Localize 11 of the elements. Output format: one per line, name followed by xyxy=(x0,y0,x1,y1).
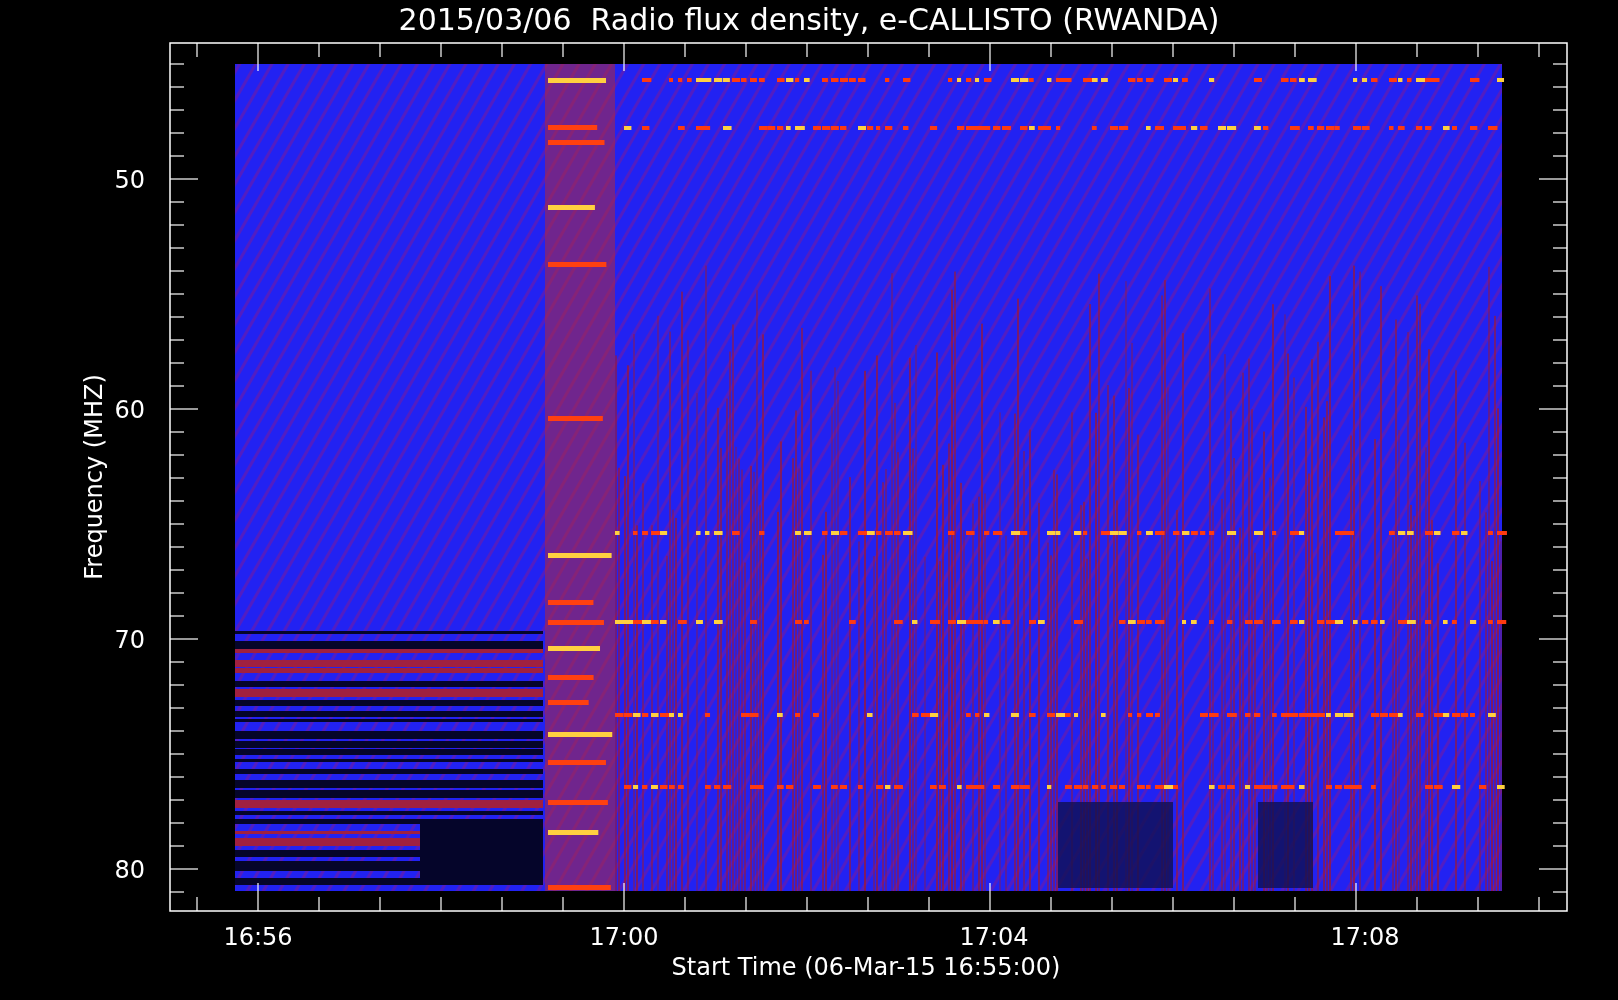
y-axis-title: Frequency (MHZ) xyxy=(80,374,108,580)
y-tick-label: 50 xyxy=(114,166,145,194)
y-tick-label: 70 xyxy=(114,626,145,654)
chart-title: 2015/03/06 Radio flux density, e-CALLISTO (RWANDA) xyxy=(398,2,1220,37)
x-axis-title: Start Time (06-Mar-15 16:55:00) xyxy=(671,953,1061,981)
x-tick-label: 17:04 xyxy=(959,923,1029,951)
x-tick-label: 17:00 xyxy=(589,923,659,951)
y-tick-label: 60 xyxy=(114,396,145,424)
y-tick-label: 80 xyxy=(114,856,145,884)
x-tick-label: 17:08 xyxy=(1330,923,1400,951)
x-tick-label: 16:56 xyxy=(223,923,293,951)
